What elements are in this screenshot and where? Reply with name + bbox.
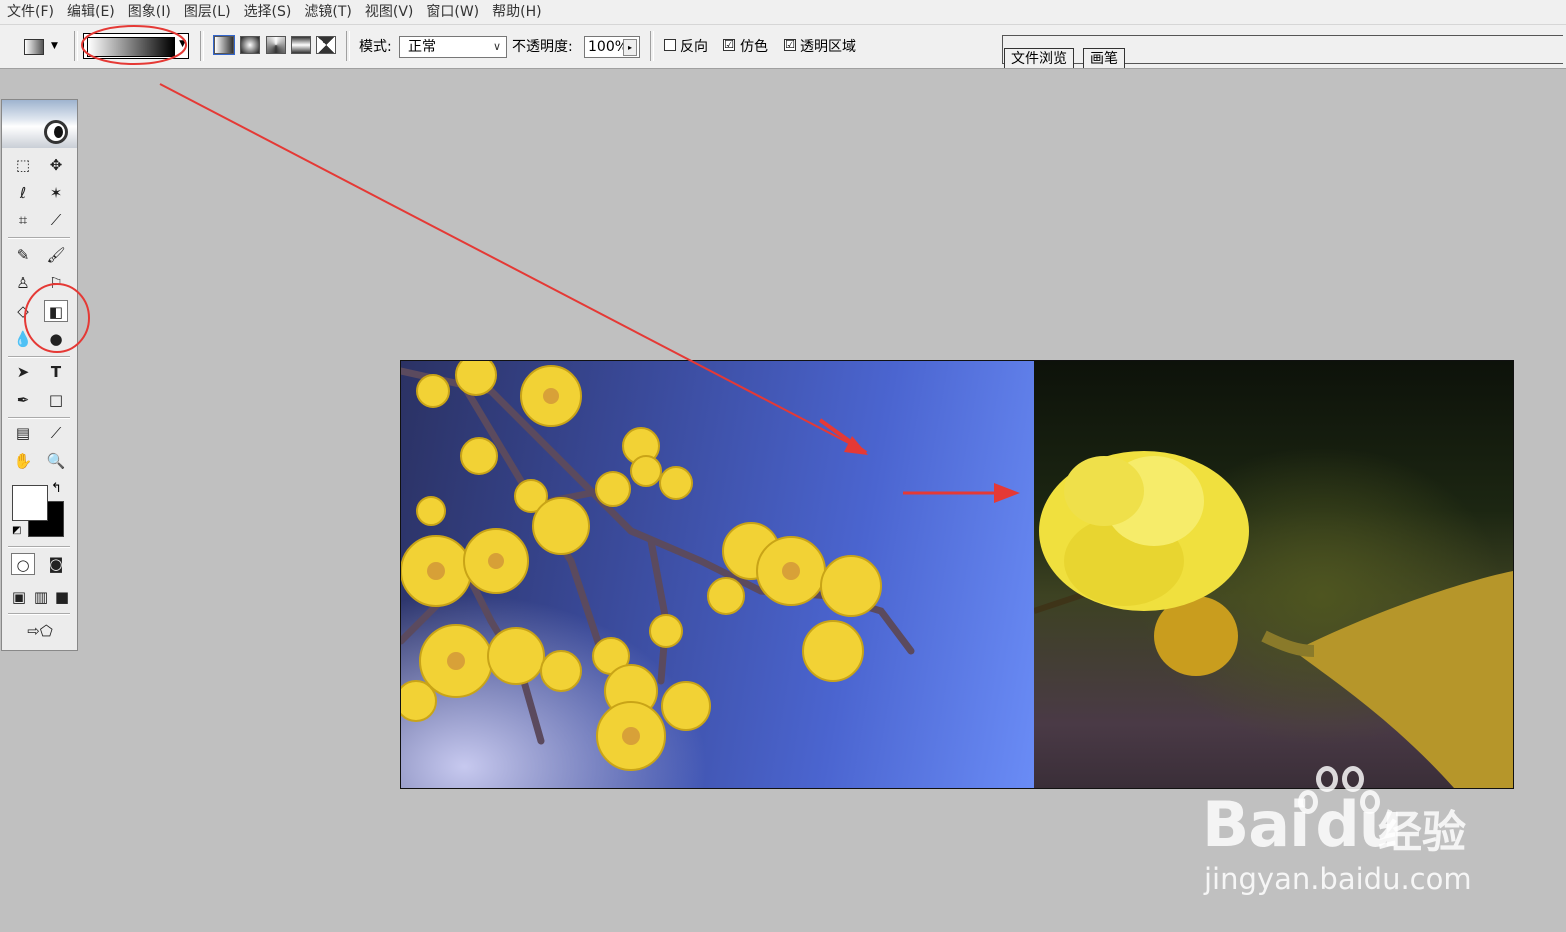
- gradient-picker[interactable]: ▼: [83, 33, 189, 59]
- standard-mode-icon[interactable]: ○: [11, 553, 35, 575]
- baidu-watermark: Baidu 经验 jingyan.baidu.com: [1198, 760, 1518, 900]
- document-canvas[interactable]: [400, 360, 1514, 789]
- dither-checkbox[interactable]: ☑: [723, 39, 735, 51]
- mode-select[interactable]: 正常 ∨: [399, 36, 507, 58]
- options-bar: ▼ ▼ 模式: 正常 ∨ 不透明度: 100% ▸ 反向 ☑ 仿色 ☑ 透明区域…: [0, 25, 1566, 69]
- rectangle-icon[interactable]: □: [44, 389, 68, 411]
- divider: [8, 613, 70, 615]
- angle-gradient-button[interactable]: [266, 36, 286, 54]
- screen-mode-full-icon[interactable]: ■: [50, 586, 74, 608]
- eraser-icon[interactable]: ◇: [11, 300, 35, 322]
- default-colors-icon[interactable]: ◩: [12, 525, 21, 536]
- menu-file[interactable]: 文件(F): [0, 0, 60, 24]
- magic-wand-icon[interactable]: ✶: [44, 182, 68, 204]
- opacity-field[interactable]: 100% ▸: [584, 36, 640, 58]
- mode-label: 模式:: [359, 39, 392, 55]
- radial-gradient-button[interactable]: [240, 36, 260, 54]
- divider: [74, 31, 78, 61]
- toolbox-header[interactable]: [2, 100, 77, 148]
- marquee-icon[interactable]: ⬚: [11, 154, 35, 176]
- diamond-gradient-button[interactable]: [316, 36, 336, 54]
- divider: [8, 546, 70, 548]
- divider: [8, 237, 70, 239]
- move-icon[interactable]: ✥: [44, 154, 68, 176]
- wintersweet-closeup-drawing: [1034, 451, 1513, 788]
- blur-icon[interactable]: 💧: [11, 328, 35, 350]
- reverse-checkbox[interactable]: [664, 39, 676, 51]
- menu-layer[interactable]: 图层(L): [177, 0, 237, 24]
- menu-filter[interactable]: 滤镜(T): [297, 0, 357, 24]
- divider: [200, 31, 204, 61]
- tab-brushes[interactable]: 画笔: [1083, 48, 1125, 68]
- mode-value: 正常: [408, 39, 436, 55]
- transparency-label: 透明区域: [800, 39, 856, 55]
- quick-mask-icon[interactable]: ◙: [44, 553, 68, 575]
- opacity-value: 100%: [588, 39, 626, 55]
- brush-icon[interactable]: 🖌: [44, 244, 68, 266]
- menu-select[interactable]: 选择(S): [237, 0, 298, 24]
- menu-window[interactable]: 窗口(W): [419, 0, 485, 24]
- menu-bar: 文件(F) 编辑(E) 图象(I) 图层(L) 选择(S) 滤镜(T) 视图(V…: [0, 0, 1566, 25]
- wintersweet-branch-photo: [401, 361, 1034, 788]
- dropdown-arrow-icon[interactable]: ▼: [179, 39, 186, 49]
- swap-colors-icon[interactable]: ↰: [51, 481, 62, 496]
- eyedropper-icon[interactable]: ⟋: [44, 422, 68, 444]
- reflected-gradient-button[interactable]: [291, 36, 311, 54]
- gradient-tool-icon: [24, 39, 44, 55]
- slider-arrow-icon[interactable]: ▸: [623, 39, 637, 56]
- zoom-icon[interactable]: 🔍: [44, 450, 68, 472]
- gradient-preview: [87, 37, 175, 57]
- healing-brush-icon[interactable]: ✎: [11, 244, 35, 266]
- path-selection-icon[interactable]: ➤: [11, 361, 35, 383]
- menu-view[interactable]: 视图(V): [358, 0, 420, 24]
- tab-file-browser[interactable]: 文件浏览: [1004, 48, 1074, 68]
- menu-image[interactable]: 图象(I): [121, 0, 177, 24]
- jump-to-imageready-icon[interactable]: ⇨⬠: [12, 620, 68, 642]
- dodge-icon[interactable]: ●: [44, 328, 68, 350]
- divider: [650, 31, 654, 61]
- divider: [8, 356, 70, 358]
- dropdown-arrow-icon: ▼: [51, 41, 58, 51]
- lasso-icon[interactable]: ℓ: [11, 182, 35, 204]
- tool-preset-picker[interactable]: ▼: [20, 35, 64, 57]
- opacity-label: 不透明度:: [512, 39, 573, 55]
- history-brush-icon[interactable]: ⚐: [44, 272, 68, 294]
- divider: [346, 31, 350, 61]
- transparency-checkbox[interactable]: ☑: [784, 39, 796, 51]
- type-icon[interactable]: T: [44, 361, 68, 383]
- stamp-icon[interactable]: ♙: [11, 272, 35, 294]
- palette-well: 文件浏览 画笔: [998, 32, 1566, 68]
- notes-icon[interactable]: ▤: [11, 422, 35, 444]
- adobe-eye-pupil: [54, 126, 63, 138]
- wintersweet-closeup-photo: [1034, 361, 1513, 788]
- crop-icon[interactable]: ⌗: [11, 209, 35, 231]
- screen-mode-standard-icon[interactable]: ▣: [7, 586, 31, 608]
- slice-icon[interactable]: ⟋: [44, 209, 68, 231]
- chevron-down-icon: ∨: [492, 40, 501, 53]
- reverse-label: 反向: [680, 39, 708, 55]
- wintersweet-branch-drawing: [401, 361, 915, 771]
- divider: [8, 417, 70, 419]
- linear-gradient-button[interactable]: [213, 35, 235, 55]
- menu-edit[interactable]: 编辑(E): [60, 0, 121, 24]
- gradient-icon[interactable]: ◧: [44, 300, 68, 322]
- pen-icon[interactable]: ✒: [11, 389, 35, 411]
- dither-label: 仿色: [740, 39, 768, 55]
- watermark-url: jingyan.baidu.com: [1204, 862, 1472, 896]
- toolbox: ⬚ ✥ ℓ ✶ ⌗ ⟋ ✎ 🖌 ♙ ⚐ ◇ ◧ 💧 ● ➤ T ✒ □ ▤ ⟋ …: [1, 99, 78, 651]
- hand-icon[interactable]: ✋: [11, 450, 35, 472]
- menu-help[interactable]: 帮助(H): [485, 0, 547, 24]
- watermark-brand: Baidu: [1202, 788, 1403, 861]
- foreground-color-swatch[interactable]: [12, 485, 48, 521]
- watermark-cn: 经验: [1378, 807, 1466, 858]
